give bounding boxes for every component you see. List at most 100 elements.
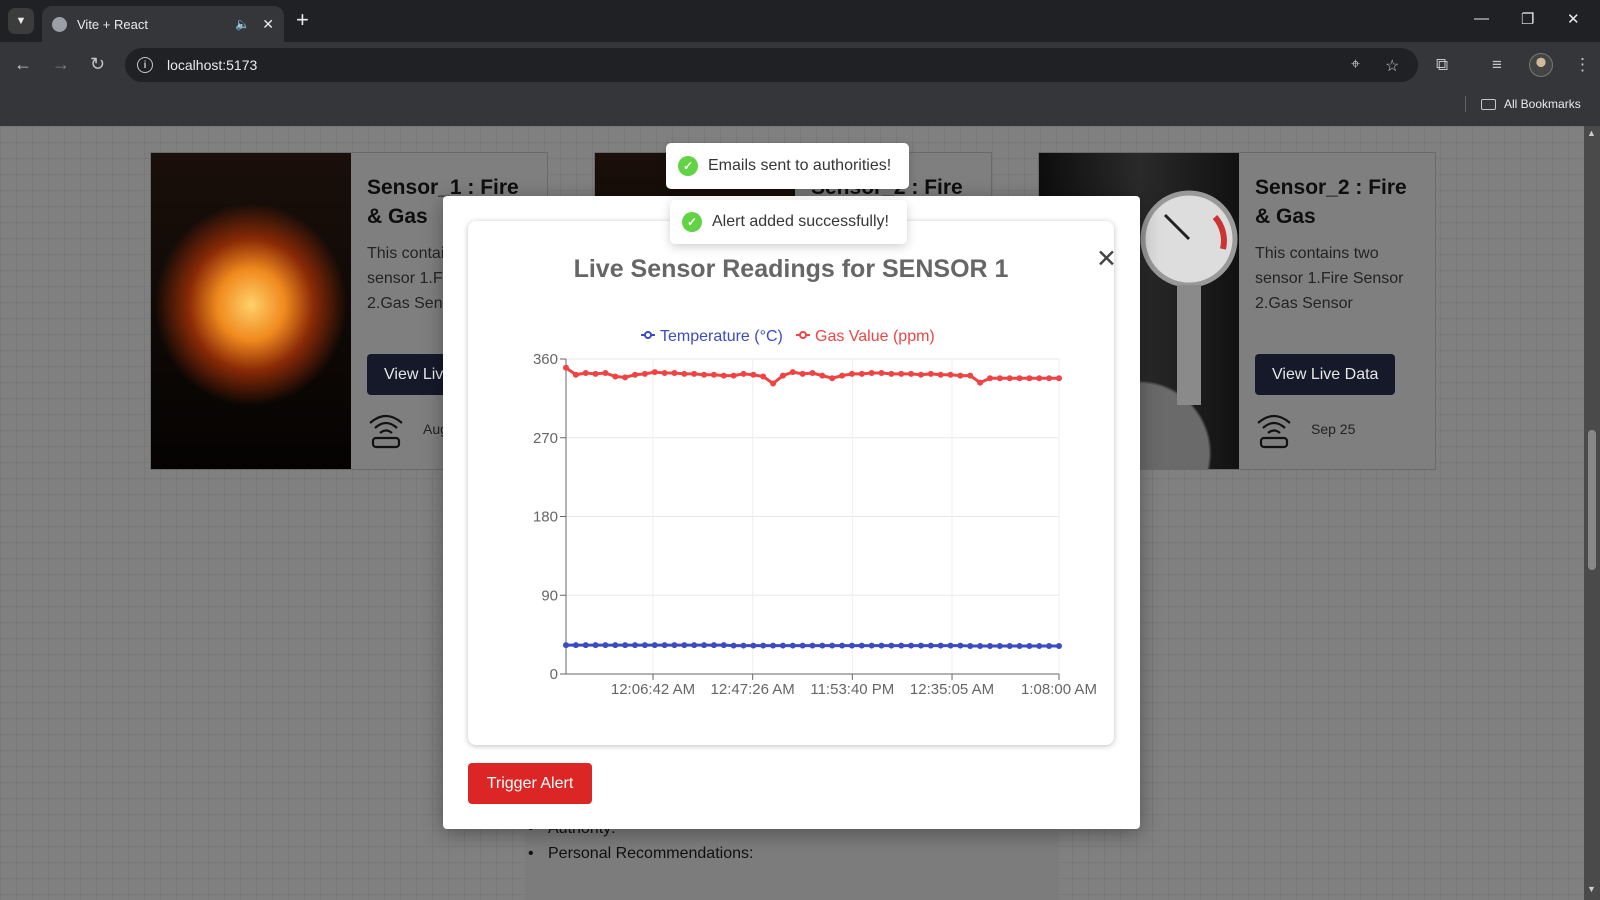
view-live-data-button[interactable]: View Live Data: [1255, 354, 1396, 395]
data-point: [878, 642, 885, 649]
data-point: [671, 370, 678, 376]
data-point: [819, 372, 826, 379]
burning-house-image: [151, 153, 351, 469]
data-point: [779, 642, 786, 649]
data-point: [1026, 375, 1033, 382]
data-point: [967, 643, 974, 649]
card-date: Sep 25: [1311, 421, 1356, 437]
scroll-down-icon[interactable]: ▼: [1587, 884, 1596, 894]
data-point: [582, 370, 589, 376]
data-point: [1036, 375, 1043, 382]
bookmark-star-icon[interactable]: ☆: [1385, 56, 1399, 76]
data-point: [720, 642, 727, 649]
tab-close-icon[interactable]: ✕: [262, 16, 274, 33]
data-point: [681, 370, 688, 377]
data-point: [779, 372, 786, 379]
data-point: [829, 375, 836, 382]
data-point: [1016, 643, 1023, 649]
data-point: [701, 371, 708, 378]
data-point: [563, 364, 569, 371]
data-point: [740, 370, 747, 377]
data-point: [839, 642, 846, 649]
window-close-icon[interactable]: ✕: [1567, 10, 1580, 28]
data-point: [937, 642, 944, 649]
tab-strip: ▼ Vite + React 🔈 ✕ + — ❐ ✕: [0, 0, 1600, 42]
data-point: [760, 642, 767, 649]
data-point: [967, 372, 974, 379]
all-bookmarks-button[interactable]: All Bookmarks: [1481, 97, 1581, 111]
data-point: [878, 370, 885, 376]
data-point: [651, 642, 658, 649]
address-bar[interactable]: i localhost:5173: [125, 48, 1418, 82]
data-point: [641, 370, 648, 377]
reload-icon[interactable]: ↻: [90, 54, 105, 74]
y-tick-label: 360: [533, 351, 558, 368]
data-point: [868, 370, 875, 376]
chart-container: ✕ Live Sensor Readings for SENSOR 1 0 90 1…: [468, 221, 1117, 745]
detail-item-recommendations: Personal Recommendations:: [528, 845, 753, 863]
data-point: [681, 642, 688, 649]
browser-tab[interactable]: Vite + React 🔈 ✕: [42, 6, 284, 42]
data-point: [770, 642, 777, 649]
media-controls-icon[interactable]: ≡: [1492, 55, 1502, 75]
extensions-icon[interactable]: ⧉: [1436, 55, 1448, 75]
menu-icon[interactable]: ⋮: [1574, 55, 1591, 75]
data-point: [770, 380, 777, 387]
data-point: [848, 370, 855, 377]
back-icon[interactable]: ←: [14, 54, 32, 74]
legend-marker-dot: [799, 331, 807, 339]
data-point: [602, 642, 609, 649]
forward-icon[interactable]: →: [52, 54, 70, 74]
data-point: [750, 371, 757, 378]
data-point: [789, 642, 796, 649]
data-point: [839, 372, 846, 379]
data-point: [1006, 375, 1013, 382]
data-point: [829, 642, 836, 649]
data-point: [908, 370, 915, 377]
toast-emails-sent: ✓ Emails sent to authorities!: [666, 143, 910, 189]
data-point: [632, 371, 639, 378]
data-point: [701, 642, 708, 649]
trigger-alert-button[interactable]: Trigger Alert: [468, 763, 592, 804]
data-point: [760, 373, 767, 380]
sensor-signal-icon: [1257, 414, 1291, 449]
data-point: [671, 642, 678, 649]
location-icon[interactable]: ⌖: [1351, 56, 1360, 74]
data-point: [572, 371, 579, 378]
data-point: [1006, 643, 1013, 649]
new-tab-button[interactable]: +: [296, 9, 309, 31]
data-point: [710, 642, 717, 649]
data-point: [661, 370, 668, 376]
restore-icon[interactable]: ❐: [1521, 10, 1534, 28]
url-text: localhost:5173: [167, 57, 258, 73]
data-point: [1056, 643, 1062, 649]
data-point: [957, 642, 964, 649]
data-point: [582, 642, 589, 649]
scroll-up-icon[interactable]: ▲: [1587, 128, 1596, 138]
legend-label: Gas Value (ppm): [815, 328, 935, 345]
data-point: [1026, 643, 1033, 649]
data-point: [1046, 375, 1053, 382]
data-point: [917, 642, 924, 649]
data-point: [691, 642, 698, 649]
scrollbar-thumb[interactable]: [1588, 430, 1596, 570]
data-point: [730, 372, 737, 379]
data-point: [651, 369, 658, 376]
data-point: [799, 642, 806, 649]
site-info-icon[interactable]: i: [137, 57, 153, 73]
profile-avatar[interactable]: [1529, 53, 1553, 77]
data-point: [947, 642, 954, 649]
tab-search-chevron-icon[interactable]: ▼: [8, 8, 34, 34]
data-point: [602, 370, 609, 376]
data-point: [888, 370, 895, 377]
data-point: [1016, 375, 1023, 382]
minimize-icon[interactable]: —: [1474, 10, 1489, 27]
data-point: [927, 642, 934, 649]
bookmarks-bar: [0, 88, 1600, 126]
x-tick-label: 11:53:40 PM: [810, 681, 894, 698]
data-point: [1036, 643, 1043, 649]
x-tick-label: 12:06:42 AM: [611, 681, 695, 698]
data-point: [908, 642, 915, 649]
data-point: [632, 642, 639, 649]
speaker-icon[interactable]: 🔈: [235, 17, 250, 31]
